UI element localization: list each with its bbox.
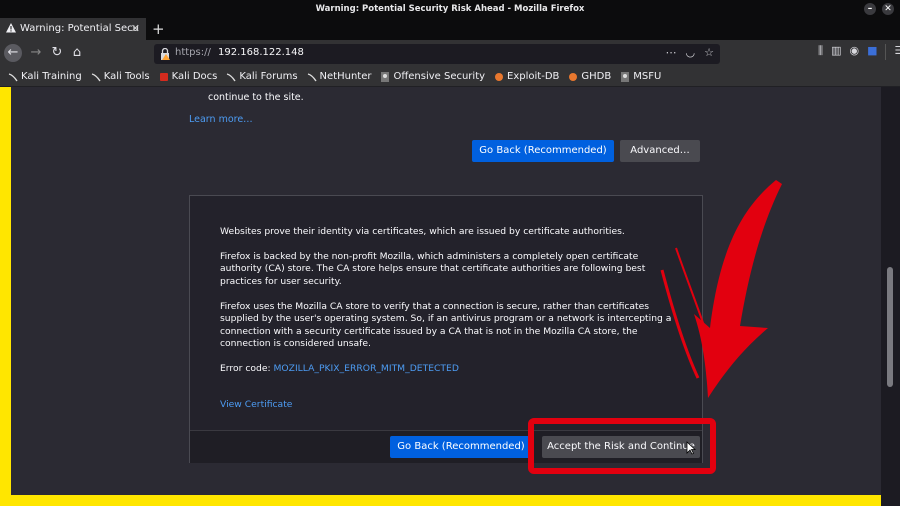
window-title: Warning: Potential Security Risk Ahead -…: [315, 4, 585, 14]
error-code-link[interactable]: MOZILLA_PKIX_ERROR_MITM_DETECTED: [274, 363, 459, 374]
kali-dragon-icon: [8, 72, 18, 81]
home-button[interactable]: ⌂: [68, 44, 86, 62]
extension-icon[interactable]: ■: [867, 44, 877, 60]
menu-icon[interactable]: ☰: [894, 44, 900, 60]
ghdb-icon: [569, 72, 578, 81]
warning-icon: [6, 23, 16, 33]
bookmark-msfu[interactable]: MSFU: [620, 67, 661, 86]
offsec-icon: [621, 71, 630, 82]
bookmark-kali-training[interactable]: Kali Training: [8, 67, 82, 86]
close-window-button[interactable]: ✕: [882, 3, 894, 15]
bookmark-kali-docs[interactable]: Kali Docs: [159, 67, 218, 86]
bookmark-label: GHDB: [581, 70, 612, 82]
go-back-button[interactable]: Go Back (Recommended): [472, 140, 614, 162]
offsec-icon: [381, 71, 390, 82]
tab-label: Warning: Potential Secu: [20, 23, 139, 34]
kali-dragon-icon: [307, 72, 317, 81]
go-back-button-secondary[interactable]: Go Back (Recommended): [390, 436, 532, 458]
bookmark-label: Kali Tools: [103, 70, 150, 82]
url-protocol: https://: [175, 47, 211, 58]
lock-warning-icon: [161, 48, 170, 60]
kali-dragon-icon: [227, 72, 236, 81]
bookmark-ghdb[interactable]: GHDB: [568, 67, 611, 86]
advanced-button[interactable]: Advanced…: [620, 140, 700, 162]
page-actions-icon[interactable]: ⋯: [666, 46, 677, 59]
scrollbar-thumb[interactable]: [887, 267, 893, 387]
details-paragraph-2: Firefox is backed by the non-profit Mozi…: [220, 251, 646, 287]
bookmark-label: MSFU: [633, 70, 662, 82]
bookmark-nethunter[interactable]: NetHunter: [307, 67, 372, 86]
new-tab-button[interactable]: +: [152, 18, 165, 40]
learn-more-link[interactable]: Learn more…: [189, 114, 253, 125]
bookmark-kali-tools[interactable]: Kali Tools: [91, 67, 150, 86]
bookmark-label: NetHunter: [319, 70, 372, 82]
error-code-line: Error code: MOZILLA_PKIX_ERROR_MITM_DETE…: [220, 363, 678, 375]
pocket-icon[interactable]: ◡: [686, 46, 696, 59]
reload-button[interactable]: ↻: [48, 44, 66, 62]
bookmarks-toolbar: Kali Training Kali Tools Kali Docs Kali …: [0, 67, 900, 87]
details-paragraph-1: Websites prove their identity via certif…: [220, 226, 625, 237]
kali-dragon-icon: [91, 72, 101, 81]
tab-active[interactable]: Warning: Potential Secu ✕: [0, 18, 146, 40]
bookmark-label: Kali Training: [21, 70, 82, 82]
account-icon[interactable]: ◉: [849, 44, 859, 60]
url-bar[interactable]: https:// 192.168.122.148 ⋯ ◡ ☆: [154, 44, 720, 64]
tab-strip: Warning: Potential Secu ✕ +: [0, 18, 900, 40]
bookmark-offensive-security[interactable]: Offensive Security: [380, 67, 485, 86]
forward-button[interactable]: →: [27, 44, 45, 62]
bookmark-label: Kali Docs: [171, 70, 218, 82]
back-button[interactable]: ←: [4, 44, 22, 62]
intro-text-tail: continue to the site.: [208, 92, 304, 103]
error-code-label: Error code:: [220, 363, 274, 374]
tab-close-icon[interactable]: ✕: [131, 18, 140, 40]
bookmark-label: Exploit-DB: [507, 70, 560, 82]
view-certificate-link[interactable]: View Certificate: [220, 399, 292, 410]
docs-icon: [159, 72, 168, 81]
bookmark-star-icon[interactable]: ☆: [704, 46, 714, 59]
minimize-button[interactable]: –: [864, 3, 876, 15]
sidebar-icon[interactable]: ▥: [831, 44, 841, 60]
scrollbar[interactable]: [881, 87, 900, 506]
bookmark-label: Kali Forums: [239, 70, 298, 82]
toolbar-separator: [885, 44, 887, 60]
navigation-toolbar: ← → ↻ ⌂ https:// 192.168.122.148 ⋯ ◡ ☆ ⫼…: [0, 40, 900, 67]
bookmark-exploit-db[interactable]: Exploit-DB: [494, 67, 559, 86]
bookmark-label: Offensive Security: [393, 70, 486, 82]
mouse-cursor-icon: [686, 441, 696, 455]
url-host: 192.168.122.148: [218, 47, 304, 58]
details-paragraph-3: Firefox uses the Mozilla CA store to ver…: [220, 301, 672, 349]
bookmark-kali-forums[interactable]: Kali Forums: [226, 67, 298, 86]
library-icon[interactable]: ⫼: [818, 44, 823, 60]
exploit-db-icon: [495, 72, 504, 81]
window-title-bar: Warning: Potential Security Risk Ahead -…: [0, 0, 900, 18]
red-arrow-annotation: [660, 180, 782, 398]
